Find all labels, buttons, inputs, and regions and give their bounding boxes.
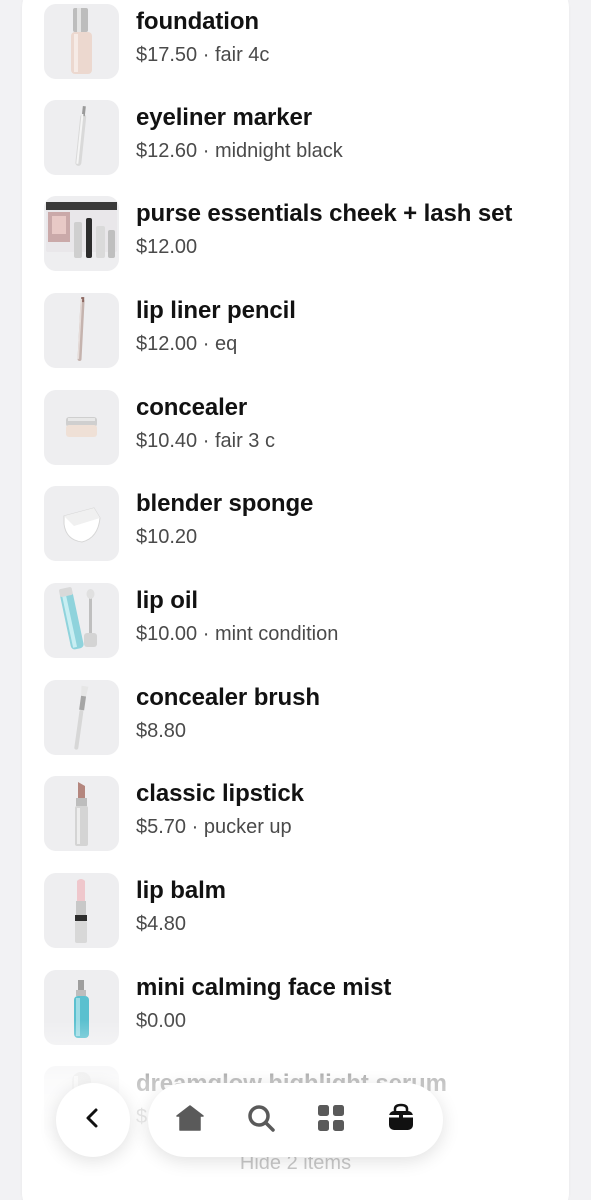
item-price-variant: $12.00 [136,236,198,258]
gift-set-image [44,196,119,271]
list-item[interactable]: lip balm $4.80 [22,873,569,970]
lip-balm-image [44,873,119,948]
item-name: lip balm [136,877,226,904]
search-button[interactable] [241,1100,281,1140]
item-name: foundation [136,8,259,35]
list-item[interactable]: concealer brush $8.80 [22,680,569,777]
item-price-variant: $ [136,1106,148,1128]
lipstick-image [44,776,119,851]
search-icon [246,1103,276,1138]
lip-oil-image [44,583,119,658]
list-item[interactable]: eyeliner marker $12.60 · midnight black [22,100,569,197]
list-item[interactable]: purse essentials cheek + lash set $12.00 [22,196,569,293]
chevron-left-icon [82,1107,104,1134]
bag-icon [386,1103,416,1138]
item-price-variant: $4.80 [136,913,187,935]
list-item[interactable]: concealer $10.40 · fair 3 c [22,390,569,487]
item-name: concealer [136,394,248,421]
item-name: lip liner pencil [136,297,296,324]
list-item[interactable]: foundation $17.50 · fair 4c [22,4,569,101]
face-mist-image [44,970,119,1045]
list-item[interactable]: blender sponge $10.20 [22,486,569,583]
item-price-variant: $10.20 [136,526,198,548]
item-name: classic lipstick [136,780,304,807]
item-name: blender sponge [136,490,314,517]
eyeliner-image [44,100,119,175]
item-price-variant: $12.60 · midnight black [136,140,343,162]
brush-image [44,680,119,755]
back-button[interactable] [56,1083,130,1157]
sponge-image [44,486,119,561]
list-item[interactable]: classic lipstick $5.70 · pucker up [22,776,569,873]
bottom-nav-bar [148,1083,443,1157]
list-item[interactable]: lip oil $10.00 · mint condition [22,583,569,680]
pencil-image [44,293,119,368]
item-name: mini calming face mist [136,974,392,1001]
item-name: lip oil [136,587,198,614]
item-price-variant: $10.40 · fair 3 c [136,430,275,452]
item-price-variant: $10.00 · mint condition [136,623,339,645]
concealer-jar-image [44,390,119,465]
item-name: purse essentials cheek + lash set [136,200,513,227]
grid-icon [316,1103,346,1138]
item-name: eyeliner marker [136,104,312,131]
item-name: concealer brush [136,684,320,711]
home-button[interactable] [170,1100,210,1140]
categories-button[interactable] [311,1100,351,1140]
order-items-card: foundation $17.50 · fair 4c eyeliner mar… [22,0,569,1200]
item-price-variant: $8.80 [136,720,187,742]
item-price-variant: $12.00 · eq [136,333,238,355]
item-price-variant: $5.70 · pucker up [136,816,292,838]
item-price-variant: $17.50 · fair 4c [136,44,270,66]
list-item[interactable]: mini calming face mist $0.00 [22,970,569,1067]
bag-button[interactable] [381,1100,421,1140]
foundation-bottle-image [44,4,119,79]
item-price-variant: $0.00 [136,1010,187,1032]
list-item[interactable]: lip liner pencil $12.00 · eq [22,293,569,390]
home-icon [175,1103,205,1138]
